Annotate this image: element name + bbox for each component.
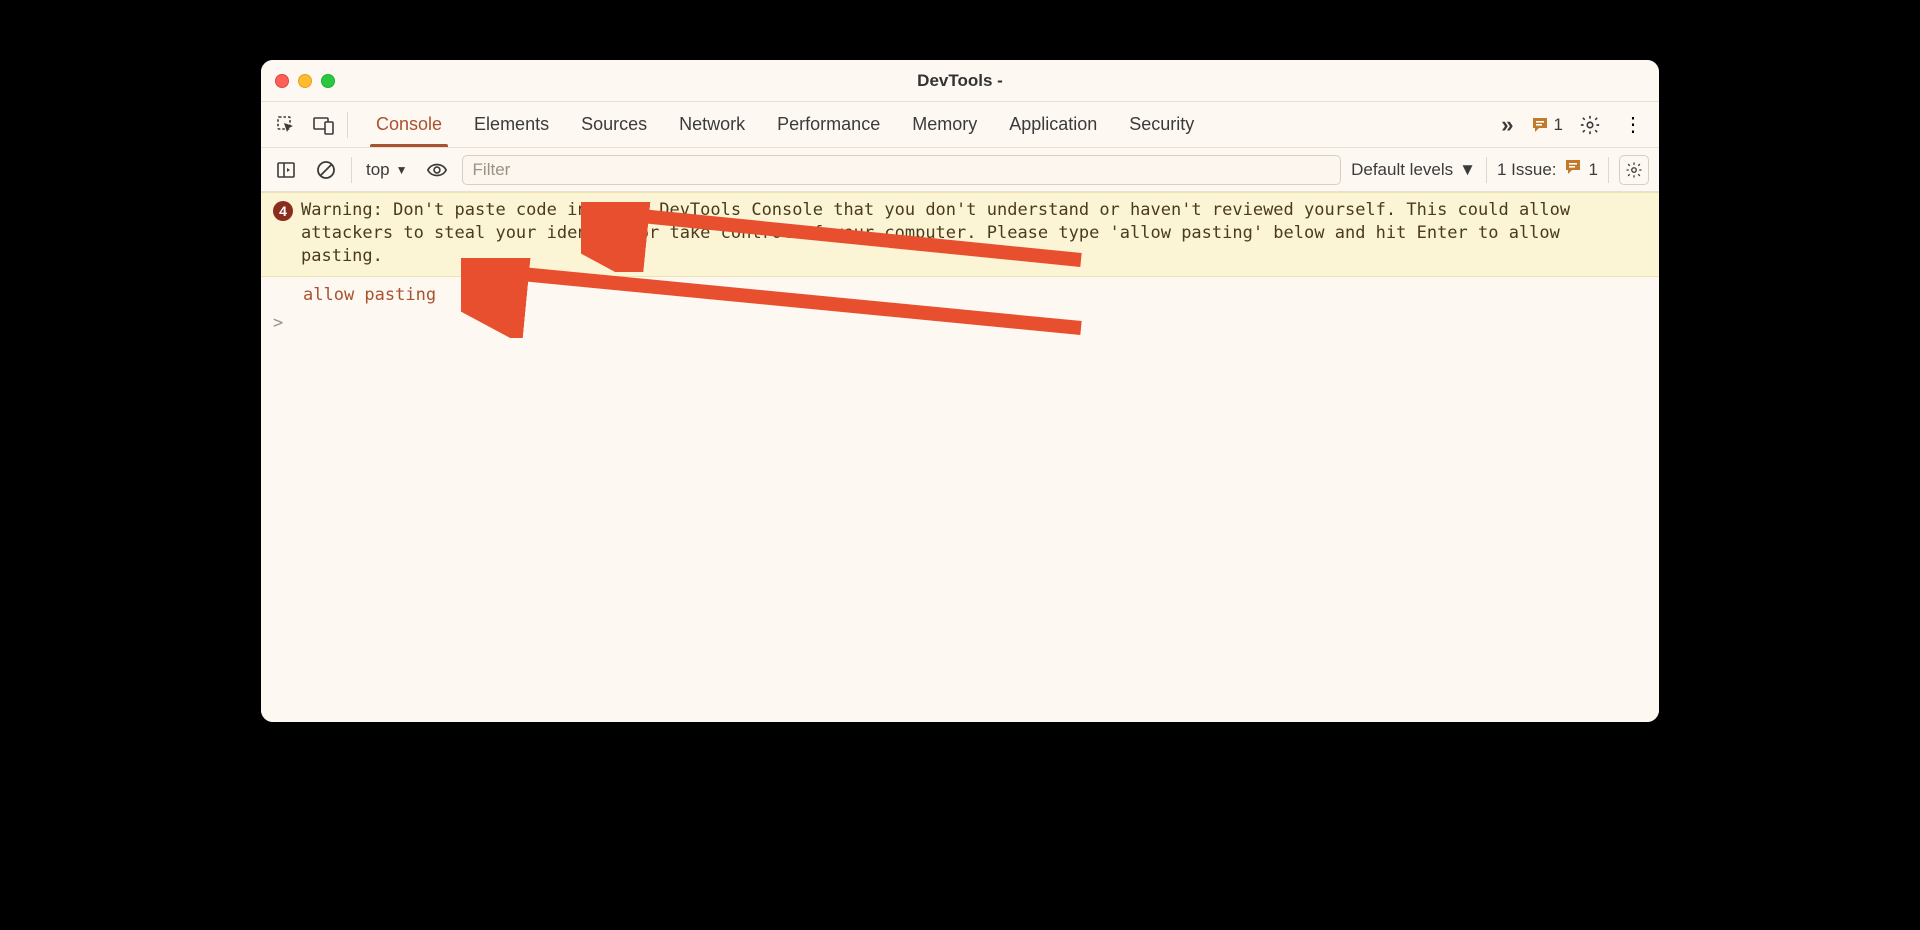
console-body[interactable]: 4 Warning: Don't paste code into the Dev… [261,192,1659,722]
tab-elements[interactable]: Elements [458,102,565,147]
settings-icon[interactable] [1575,110,1605,140]
issues-indicator[interactable]: 1 Issue: 1 [1497,157,1598,182]
titlebar: DevTools - [261,60,1659,102]
clear-console-icon[interactable] [311,155,341,185]
context-selector[interactable]: top ▼ [362,160,412,180]
warning-count-badge: 4 [273,201,293,221]
tabbar-right: » 1 ⋮ [1497,110,1649,140]
tab-console[interactable]: Console [360,102,458,147]
divider [1608,157,1609,183]
traffic-lights [275,74,335,88]
context-label: top [366,160,390,180]
more-options-icon[interactable]: ⋮ [1617,112,1649,137]
tabbar: Console Elements Sources Network Perform… [261,102,1659,148]
prompt-caret-icon: > [273,313,283,333]
sidebar-toggle-icon[interactable] [271,155,301,185]
warning-text: Warning: Don't paste code into the DevTo… [301,199,1647,268]
close-icon[interactable] [275,74,289,88]
console-warning-row: 4 Warning: Don't paste code into the Dev… [261,192,1659,277]
issues-count: 1 [1589,160,1598,180]
window-title: DevTools - [261,71,1659,91]
messages-badge[interactable]: 1 [1530,115,1563,135]
tab-network[interactable]: Network [663,102,761,147]
tab-application[interactable]: Application [993,102,1113,147]
tab-performance[interactable]: Performance [761,102,896,147]
log-levels-selector[interactable]: Default levels ▼ [1351,160,1476,180]
tab-security[interactable]: Security [1113,102,1210,147]
console-settings-icon[interactable] [1619,155,1649,185]
console-typed-line: allow pasting [261,277,1659,309]
tabs: Console Elements Sources Network Perform… [360,102,1210,147]
chat-icon [1530,115,1550,135]
divider [1486,157,1487,183]
maximize-icon[interactable] [321,74,335,88]
more-tabs-icon[interactable]: » [1497,112,1517,138]
tab-sources[interactable]: Sources [565,102,663,147]
chevron-down-icon: ▼ [1459,160,1476,180]
levels-label: Default levels [1351,160,1453,180]
device-toolbar-icon[interactable] [309,110,339,140]
divider [351,157,352,183]
chevron-down-icon: ▼ [396,163,408,177]
devtools-window: DevTools - Console Elements Sources Netw… [261,60,1659,722]
filter-input[interactable] [462,155,1342,185]
messages-count: 1 [1554,115,1563,135]
divider [347,112,348,138]
tab-memory[interactable]: Memory [896,102,993,147]
console-toolbar: top ▼ Default levels ▼ 1 Issue: 1 [261,148,1659,192]
minimize-icon[interactable] [298,74,312,88]
issues-label: 1 Issue: [1497,160,1557,180]
console-prompt[interactable]: > [261,309,1659,337]
live-expression-icon[interactable] [422,155,452,185]
issue-icon [1563,157,1583,182]
inspect-icon[interactable] [271,110,301,140]
